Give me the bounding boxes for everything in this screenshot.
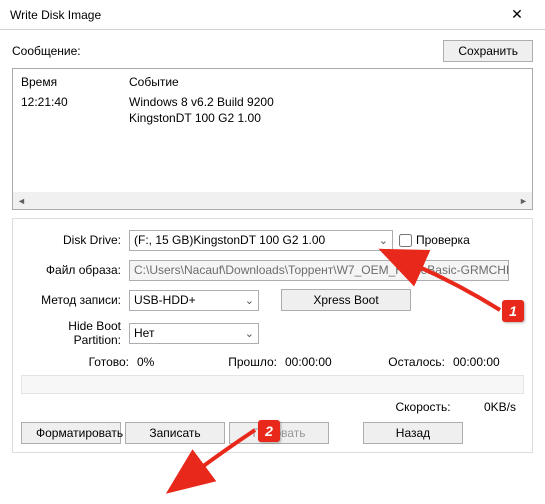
disk-drive-label: Disk Drive: — [21, 233, 129, 247]
write-button[interactable]: Записать — [125, 422, 225, 444]
disk-drive-value: (F:, 15 GB)KingstonDT 100 G2 1.00 — [134, 233, 325, 247]
message-label: Сообщение: — [12, 44, 443, 58]
log-header-event: Событие — [129, 75, 524, 89]
elapsed-label: Прошло: — [207, 355, 277, 369]
log-event: Windows 8 v6.2 Build 9200 — [129, 95, 524, 109]
scroll-right-icon[interactable]: ► — [515, 192, 532, 209]
close-icon: ✕ — [511, 6, 523, 23]
format-button[interactable]: Форматировать — [21, 422, 121, 444]
ready-label: Готово: — [21, 355, 129, 369]
remaining-value: 00:00:00 — [453, 355, 500, 369]
verify-label: Проверка — [416, 233, 470, 247]
window-title: Write Disk Image — [10, 8, 497, 22]
chevron-down-icon: ⌄ — [245, 294, 254, 307]
ready-value: 0% — [137, 355, 207, 369]
chevron-down-icon: ⌄ — [379, 234, 388, 247]
save-button[interactable]: Сохранить — [443, 40, 533, 62]
verify-checkbox[interactable] — [399, 234, 412, 247]
verify-checkbox-wrap[interactable]: Проверка — [399, 233, 470, 247]
log-box: Время 12:21:40 Событие Windows 8 v6.2 Bu… — [12, 68, 533, 210]
abort-button: Прервать — [229, 422, 329, 444]
log-time: 12:21:40 — [21, 95, 129, 109]
speed-label: Скорость: — [395, 400, 450, 414]
hide-boot-select[interactable]: Нет ⌄ — [129, 323, 259, 344]
scroll-left-icon[interactable]: ◄ — [13, 192, 30, 209]
xpress-boot-button[interactable]: Xpress Boot — [281, 289, 411, 311]
disk-drive-select[interactable]: (F:, 15 GB)KingstonDT 100 G2 1.00 ⌄ — [129, 230, 393, 251]
write-method-label: Метод записи: — [21, 293, 129, 307]
image-file-field[interactable]: C:\Users\Nacauf\Downloads\Торрент\W7_OEM… — [129, 260, 509, 281]
hide-boot-label: Hide Boot Partition: — [21, 319, 129, 347]
horizontal-scrollbar[interactable]: ◄ ► — [13, 192, 532, 209]
hide-boot-value: Нет — [134, 326, 154, 340]
log-event: KingstonDT 100 G2 1.00 — [129, 111, 524, 125]
remaining-label: Осталось: — [365, 355, 445, 369]
write-method-value: USB-HDD+ — [134, 293, 196, 307]
elapsed-value: 00:00:00 — [285, 355, 365, 369]
log-header-time: Время — [21, 75, 129, 89]
image-file-label: Файл образа: — [21, 263, 129, 277]
write-method-select[interactable]: USB-HDD+ ⌄ — [129, 290, 259, 311]
options-group: Disk Drive: (F:, 15 GB)KingstonDT 100 G2… — [12, 218, 533, 453]
close-button[interactable]: ✕ — [497, 1, 537, 29]
speed-value: 0KB/s — [484, 400, 516, 414]
back-button[interactable]: Назад — [363, 422, 463, 444]
progress-bar — [21, 375, 524, 394]
chevron-down-icon: ⌄ — [245, 327, 254, 340]
title-bar: Write Disk Image ✕ — [0, 0, 545, 30]
